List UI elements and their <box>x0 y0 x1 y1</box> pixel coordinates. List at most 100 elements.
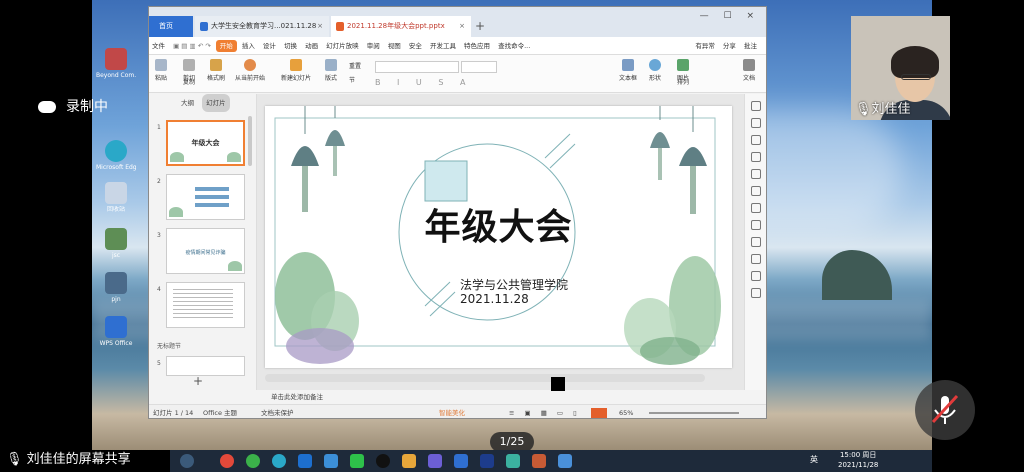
qq-icon[interactable] <box>376 454 390 468</box>
app-icon[interactable] <box>558 454 572 468</box>
input-language[interactable]: 英 <box>810 455 818 465</box>
menu-features[interactable]: 特色应用 <box>461 37 493 55</box>
tab-ppt[interactable]: 2021.11.28年级大会ppt.pptx × <box>331 16 471 37</box>
tool-icon[interactable] <box>750 118 761 128</box>
slide-title[interactable]: 年级大会 <box>265 198 732 250</box>
menu-insert[interactable]: 插入 <box>239 37 258 55</box>
window-controls[interactable]: — ☐ × <box>700 11 760 21</box>
desktop-icon-jsc[interactable]: jsc <box>96 228 136 260</box>
quick-access-icons[interactable]: ▣ ▤ ▥ ↶ ↷ <box>170 37 214 55</box>
menu-home[interactable]: 开始 <box>215 40 237 52</box>
menu-design[interactable]: 设计 <box>260 37 279 55</box>
document-button[interactable]: 文档 <box>743 59 755 82</box>
tool-icon[interactable] <box>750 220 761 230</box>
font-size-select[interactable] <box>461 61 497 73</box>
chrome-icon[interactable] <box>220 454 234 468</box>
thumbnail-scrollbar[interactable] <box>248 116 252 166</box>
layout-button[interactable]: 版式 <box>325 59 337 82</box>
tab-home[interactable]: 首页 <box>149 16 193 37</box>
tab-slides[interactable]: 幻灯片 <box>202 94 230 112</box>
ie-icon[interactable] <box>298 454 312 468</box>
slide-canvas[interactable]: 年级大会 法学与公共管理学院 2021.11.28 <box>265 106 732 368</box>
slide-subtitle[interactable]: 法学与公共管理学院 <box>460 276 568 293</box>
close-tab-icon[interactable]: × <box>459 16 465 37</box>
zoom-level[interactable]: 65% <box>619 405 633 418</box>
menu-security[interactable]: 安全 <box>406 37 425 55</box>
textbox-button[interactable]: 文本框 <box>619 59 637 82</box>
slide-thumb-5[interactable] <box>166 356 245 376</box>
view-mode-buttons[interactable]: ≡ ▣ ▦ ▭ ▯ <box>509 405 581 418</box>
paste-button[interactable]: 粘贴 <box>155 59 167 82</box>
menu-file[interactable]: 文件 <box>149 37 168 55</box>
copy-button[interactable]: 复制 <box>183 77 195 86</box>
format-painter-button[interactable]: 格式刷 <box>207 59 225 82</box>
desktop-icon-edge[interactable]: Microsoft Edge <box>96 140 136 172</box>
search-icon[interactable] <box>180 454 194 468</box>
smart-beautify-button[interactable]: 智能美化 <box>439 405 465 418</box>
menu-transition[interactable]: 切换 <box>281 37 300 55</box>
reset-button[interactable]: 重置 <box>349 61 361 70</box>
desktop-icon-pjn[interactable]: pjn <box>96 272 136 304</box>
app-icon[interactable] <box>480 454 494 468</box>
menu-devtools[interactable]: 开发工具 <box>427 37 459 55</box>
slide-thumb-3[interactable]: 疫情期间常见诈骗 <box>166 228 245 274</box>
from-current-button[interactable]: 从当前开始 <box>235 59 265 82</box>
menu-review[interactable]: 审阅 <box>364 37 383 55</box>
app-icon[interactable] <box>532 454 546 468</box>
word-icon[interactable] <box>454 454 468 468</box>
tool-icon[interactable] <box>750 271 761 281</box>
arrange-button[interactable]: 排列 <box>677 77 689 86</box>
menu-animation[interactable]: 动画 <box>302 37 321 55</box>
new-slide-icon <box>290 59 302 71</box>
app-icon[interactable] <box>506 454 520 468</box>
tool-icon[interactable] <box>750 254 761 264</box>
edge-icon[interactable] <box>272 454 286 468</box>
notes-pane[interactable]: 单击此处添加备注 <box>257 390 746 404</box>
tool-icon[interactable] <box>750 288 761 298</box>
app-icon[interactable] <box>428 454 442 468</box>
text-format-buttons[interactable]: B I U S A <box>375 78 472 87</box>
tab-doc[interactable]: 大学生安全教育学习...021.11.28 × <box>195 16 329 37</box>
desktop-icon-beyond[interactable]: Beyond Com. <box>96 48 136 80</box>
menu-view[interactable]: 视图 <box>385 37 404 55</box>
close-tab-icon[interactable]: × <box>317 16 323 37</box>
desktop-icon-recycle-bin[interactable]: 回收站 <box>96 182 136 214</box>
zoom-slider[interactable] <box>649 412 739 414</box>
presenter-camera[interactable]: 🎙刘佳佳 <box>851 16 950 120</box>
layout-icon <box>325 59 337 71</box>
app-icon[interactable] <box>324 454 338 468</box>
app-icon[interactable] <box>246 454 260 468</box>
clock[interactable]: 15:00 周日 2021/11/28 <box>838 450 878 470</box>
add-slide-button[interactable]: + <box>193 374 203 388</box>
wechat-icon[interactable] <box>350 454 364 468</box>
section-label[interactable]: 无标题节 <box>157 341 181 350</box>
desktop-icon-wps[interactable]: WPS Office <box>96 316 136 348</box>
protect-status[interactable]: 文档未保护 <box>261 405 294 418</box>
shape-button[interactable]: 形状 <box>649 59 661 82</box>
new-tab-button[interactable]: + <box>475 16 485 37</box>
slideshow-play-button[interactable] <box>591 408 607 418</box>
slide-date[interactable]: 2021.11.28 <box>460 292 529 306</box>
mic-muted-button[interactable] <box>915 380 975 440</box>
slide-thumb-2[interactable] <box>166 174 245 220</box>
tool-icon[interactable] <box>750 101 761 111</box>
app-icon[interactable] <box>402 454 416 468</box>
tool-icon[interactable] <box>750 186 761 196</box>
wps-icon <box>105 316 127 338</box>
new-slide-button[interactable]: 新建幻灯片 <box>281 59 311 82</box>
slide-thumb-1[interactable]: 年级大会 <box>166 120 245 166</box>
tool-icon[interactable] <box>750 135 761 145</box>
horizontal-scrollbar[interactable] <box>265 374 705 382</box>
tool-icon[interactable] <box>750 203 761 213</box>
play-icon <box>244 59 256 71</box>
tab-outline[interactable]: 大纲 <box>177 94 198 112</box>
tool-icon[interactable] <box>750 237 761 247</box>
search-command[interactable]: 查找命令... <box>495 37 533 55</box>
slide-thumb-4[interactable] <box>166 282 245 328</box>
font-name-select[interactable] <box>375 61 459 73</box>
tool-icon[interactable] <box>750 152 761 162</box>
section-button[interactable]: 节 <box>349 75 355 84</box>
textbox-icon <box>622 59 634 71</box>
tool-icon[interactable] <box>750 169 761 179</box>
menu-slideshow[interactable]: 幻灯片放映 <box>323 37 362 55</box>
